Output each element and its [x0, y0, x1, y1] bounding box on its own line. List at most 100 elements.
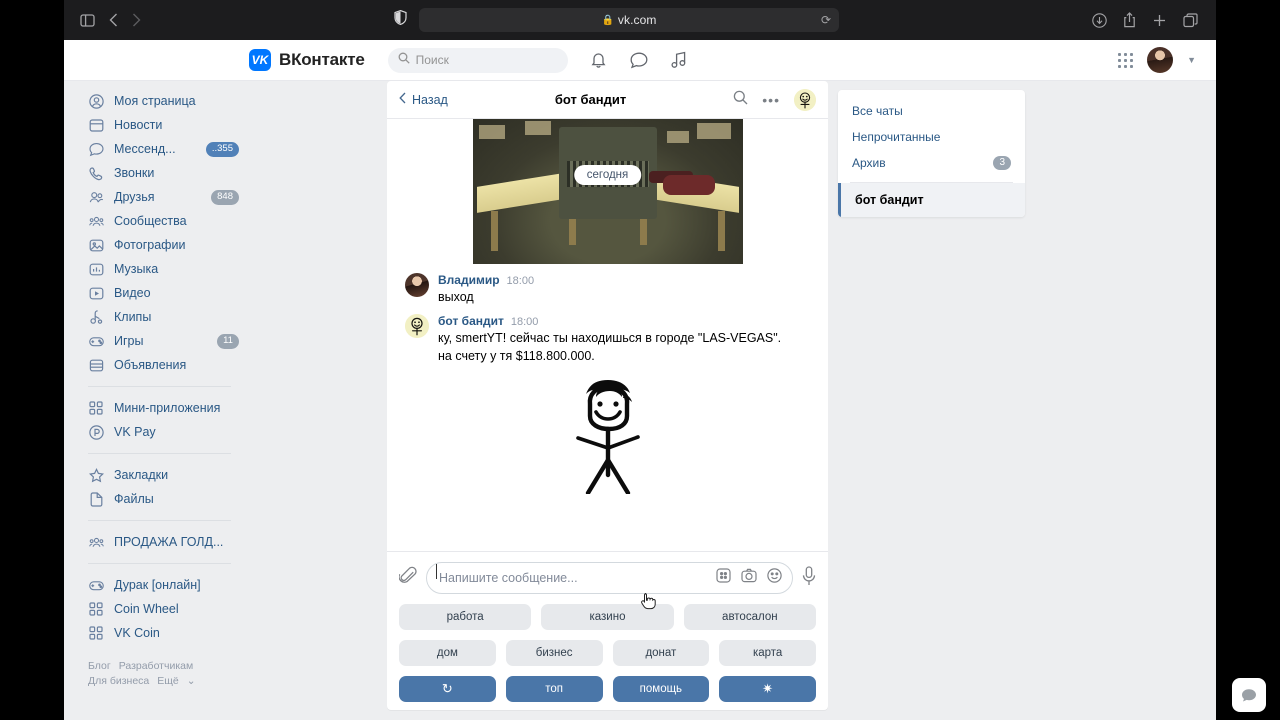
sidebar-item-games[interactable]: Игры 11 [88, 329, 249, 353]
sidebar-item-files[interactable]: Файлы [88, 487, 249, 511]
browser-toolbar: 🔒 vk.com ⟳ [64, 0, 1216, 40]
video-icon [88, 285, 104, 301]
bot-keyboard-row-1: работа казино автосалон [399, 604, 816, 630]
forward-arrow-icon[interactable] [132, 13, 141, 27]
sidebar-item-prodazha-gold[interactable]: ПРОДАЖА ГОЛД... [88, 530, 249, 554]
chevron-left-icon [399, 92, 406, 107]
sidebar-item-vk-pay[interactable]: VK Pay [88, 420, 249, 444]
bell-icon[interactable] [590, 51, 607, 69]
sidebar-item-vk-coin[interactable]: VK Coin [88, 621, 249, 645]
sidebar-item-groups[interactable]: Сообщества [88, 209, 249, 233]
chat-messages-area[interactable]: сегодня Владимир 18:00 выход бот бандит … [387, 119, 828, 551]
sticker-message[interactable] [387, 364, 828, 500]
chevron-down-icon[interactable]: ▼ [1187, 55, 1196, 65]
message-item[interactable]: Владимир 18:00 выход [387, 264, 828, 305]
downloads-icon[interactable] [1092, 12, 1107, 28]
filter-label: Непрочитанные [852, 130, 941, 144]
floating-chat-button[interactable] [1232, 678, 1266, 712]
microphone-icon[interactable] [802, 565, 816, 591]
vk-top-header: VK ВКонтакте Поиск ▼ [64, 40, 1216, 81]
message-input[interactable]: Напишите сообщение... [426, 562, 793, 594]
vk-logo-text: ВКонтакте [279, 50, 365, 69]
screen: 🔒 vk.com ⟳ VK ВКонтакте Поиск ▼ Моя стра… [0, 0, 1280, 720]
bot-key-refresh-icon[interactable]: ↻ [399, 676, 496, 702]
sidebar-label: Фотографии [114, 238, 186, 252]
avatar[interactable] [1147, 47, 1174, 73]
bot-key-top[interactable]: топ [505, 676, 603, 702]
bot-key-donat[interactable]: донат [612, 640, 710, 666]
file-icon [88, 491, 104, 507]
avatar[interactable] [405, 314, 429, 338]
sidebar-item-clips[interactable]: Клипы [88, 305, 249, 329]
sidebar-item-photos[interactable]: Фотографии [88, 233, 249, 257]
mini-apps-icon [88, 400, 104, 416]
sidebar-toggle-icon[interactable] [80, 13, 95, 27]
message-author[interactable]: бот бандит [438, 314, 504, 328]
privacy-shield-icon[interactable] [394, 9, 407, 30]
sidebar-label: Дурак [онлайн] [114, 578, 201, 592]
more-dots-icon[interactable]: ••• [762, 93, 780, 107]
sidebar-item-friends[interactable]: Друзья 848 [88, 185, 249, 209]
address-bar[interactable]: 🔒 vk.com ⟳ [419, 8, 839, 32]
sidebar-item-coin-wheel[interactable]: Coin Wheel [88, 597, 249, 621]
chat-header-actions: ••• [733, 88, 816, 111]
apps-grid-icon[interactable] [1118, 52, 1134, 68]
sidebar-divider [88, 386, 231, 387]
bot-key-biznes[interactable]: бизнес [505, 640, 603, 666]
paperclip-icon[interactable] [398, 566, 417, 591]
header-icon-group [590, 51, 687, 69]
footer-link-blog[interactable]: Блог [88, 660, 111, 672]
sidebar-item-profile[interactable]: Моя страница [88, 89, 249, 113]
bot-key-pomosch[interactable]: помощь [612, 676, 710, 702]
filter-unread[interactable]: Непрочитанные [838, 124, 1025, 150]
bot-key-rabota[interactable]: работа [399, 604, 532, 630]
sidebar-item-mini-apps[interactable]: Мини-приложения [88, 396, 249, 420]
camera-icon[interactable] [741, 568, 757, 588]
sidebar-item-messenger[interactable]: Мессенд... ..355 [88, 137, 249, 161]
photo-icon [88, 237, 104, 253]
sidebar-item-video[interactable]: Видео [88, 281, 249, 305]
reload-icon[interactable]: ⟳ [821, 13, 831, 27]
bot-avatar[interactable] [794, 88, 816, 111]
bot-key-dom[interactable]: дом [399, 640, 496, 666]
footer-link-more[interactable]: Ещё [157, 675, 178, 687]
message-item[interactable]: бот бандит 18:00 ку, smertYT! сейчас ты … [387, 305, 828, 364]
sidebar-badge: 848 [211, 189, 239, 205]
vk-logo[interactable]: VK ВКонтакте [249, 49, 365, 71]
chat-bubble-icon[interactable] [630, 52, 648, 69]
bot-key-karta[interactable]: карта [719, 640, 816, 666]
sidebar-item-durak[interactable]: Дурак [онлайн] [88, 573, 249, 597]
message-author[interactable]: Владимир [438, 273, 500, 287]
smiley-icon[interactable] [767, 568, 782, 588]
gamepad-icon [88, 333, 104, 349]
footer-link-business[interactable]: Для бизнеса [88, 675, 149, 687]
sidebar-item-news[interactable]: Новости [88, 113, 249, 137]
tab-overview-icon[interactable] [1183, 12, 1198, 28]
avatar[interactable] [405, 273, 429, 297]
message-body: бот бандит 18:00 ку, smertYT! сейчас ты … [438, 314, 814, 364]
footer-link-developers[interactable]: Разработчикам [119, 660, 194, 672]
bot-keyboard-icon[interactable] [716, 568, 731, 588]
music-note-icon[interactable] [671, 51, 687, 69]
chat-list-item-active[interactable]: бот бандит [838, 183, 1025, 217]
filter-all-chats[interactable]: Все чаты [838, 98, 1025, 124]
sidebar-item-calls[interactable]: Звонки [88, 161, 249, 185]
sidebar-label: Сообщества [114, 214, 187, 228]
sidebar-item-bookmarks[interactable]: Закладки [88, 463, 249, 487]
back-button[interactable]: Назад [399, 92, 448, 107]
message-text: ку, smertYT! сейчас ты находишься в горо… [438, 331, 782, 345]
bot-key-settings-icon[interactable]: ✷ [719, 676, 816, 702]
search-icon [398, 51, 410, 69]
back-arrow-icon[interactable] [109, 13, 118, 27]
browser-address-area: 🔒 vk.com ⟳ [141, 8, 1092, 32]
sidebar-item-music[interactable]: Музыка [88, 257, 249, 281]
sidebar-item-ads[interactable]: Объявления [88, 353, 249, 377]
filter-archive[interactable]: Архив 3 [838, 150, 1025, 176]
photo-message[interactable]: сегодня [472, 119, 743, 264]
search-input[interactable]: Поиск [387, 47, 568, 73]
bot-key-avtosalon[interactable]: автосалон [683, 604, 816, 630]
new-tab-icon[interactable] [1152, 13, 1167, 28]
search-icon[interactable] [733, 90, 748, 110]
message-placeholder: Напишите сообщение... [436, 564, 716, 585]
share-icon[interactable] [1123, 12, 1136, 28]
